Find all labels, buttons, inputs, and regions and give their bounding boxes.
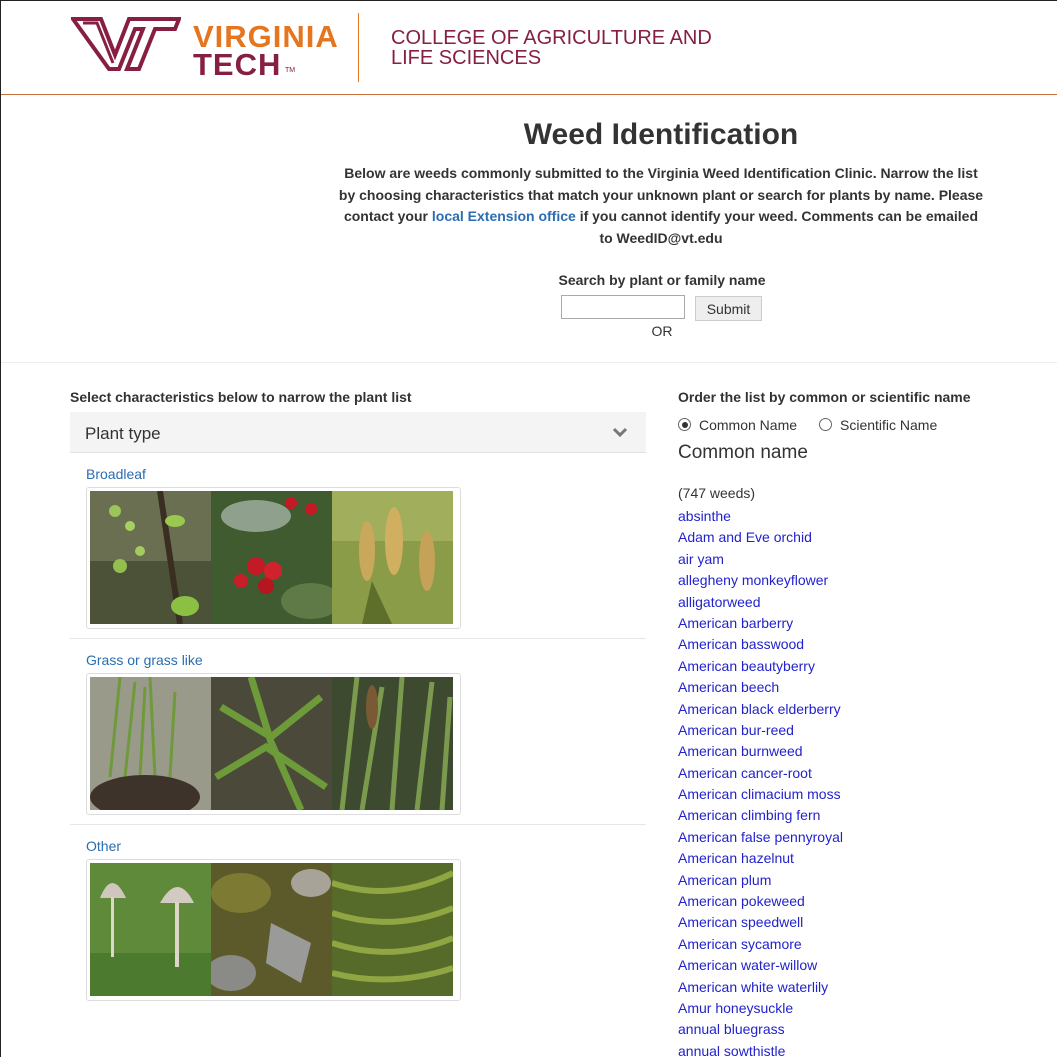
other-photo-3 <box>332 863 453 996</box>
weed-link[interactable]: American burnweed <box>678 743 803 759</box>
college-name-line1: COLLEGE OF AGRICULTURE AND <box>391 27 712 49</box>
grass-photo-1 <box>90 677 211 810</box>
weed-link[interactable]: American basswood <box>678 636 804 652</box>
list-heading: Common name <box>678 442 808 463</box>
logo-trademark: TM <box>285 67 296 74</box>
weed-link[interactable]: alligatorweed <box>678 594 761 610</box>
weed-link[interactable]: American beech <box>678 679 779 695</box>
extension-office-link[interactable]: local Extension office <box>432 208 576 224</box>
logo-word-tech: TECH <box>193 47 282 82</box>
weed-link[interactable]: American pokeweed <box>678 893 805 909</box>
broadleaf-photo-1 <box>90 491 211 624</box>
weed-link[interactable]: American speedwell <box>678 914 803 930</box>
category-broadleaf-link[interactable]: Broadleaf <box>86 466 146 482</box>
category-grass-link[interactable]: Grass or grass like <box>86 652 203 668</box>
weed-link[interactable]: Amur honeysuckle <box>678 1000 793 1016</box>
search-label: Search by plant or family name <box>558 272 766 288</box>
weed-link[interactable]: American climbing fern <box>678 807 820 823</box>
category-other-images[interactable] <box>86 859 461 1001</box>
weed-link[interactable]: American water-willow <box>678 957 817 973</box>
filters-heading: Select characteristics below to narrow t… <box>70 389 412 405</box>
weed-link[interactable]: American bur-reed <box>678 722 794 738</box>
search-input[interactable] <box>561 295 685 319</box>
category-other-link[interactable]: Other <box>86 838 121 854</box>
category-divider <box>70 824 646 825</box>
page-frame: VIRGINIA TECH TM COLLEGE OF AGRICULTURE … <box>0 0 1057 1057</box>
college-name-line2: LIFE SCIENCES <box>391 47 542 69</box>
weed-link[interactable]: American white waterlily <box>678 979 828 995</box>
scientific-name-label[interactable]: Scientific Name <box>840 417 937 433</box>
category-divider <box>70 638 646 639</box>
category-broadleaf-images[interactable] <box>86 487 461 629</box>
weed-link[interactable]: Adam and Eve orchid <box>678 529 812 545</box>
weed-link[interactable]: absinthe <box>678 508 731 524</box>
common-name-radio[interactable] <box>678 418 691 431</box>
college-name[interactable]: COLLEGE OF AGRICULTURE AND LIFE SCIENCES <box>391 28 712 68</box>
chevron-down-icon <box>612 427 628 438</box>
grass-photo-2 <box>211 677 332 810</box>
broadleaf-photo-3 <box>332 491 453 624</box>
other-photo-2 <box>211 863 332 996</box>
weed-link[interactable]: annual sowthistle <box>678 1043 785 1057</box>
intro-text: Below are weeds commonly submitted to th… <box>336 163 986 249</box>
weed-link[interactable]: American sycamore <box>678 936 802 952</box>
submit-button[interactable]: Submit <box>695 296 762 321</box>
broadleaf-photo-2 <box>211 491 332 624</box>
page-title: Weed Identification <box>523 118 799 151</box>
weed-list: absinthe Adam and Eve orchid air yam all… <box>678 506 843 1057</box>
weed-link[interactable]: American climacium moss <box>678 786 841 802</box>
other-photo-1 <box>90 863 211 996</box>
weed-link[interactable]: American beautyberry <box>678 658 815 674</box>
weed-link[interactable]: annual bluegrass <box>678 1021 785 1037</box>
weed-link[interactable]: American cancer-root <box>678 765 812 781</box>
weed-link[interactable]: American plum <box>678 872 771 888</box>
weed-count: (747 weeds) <box>678 485 756 501</box>
intro-text-after: if you cannot identify your weed. Commen… <box>579 208 979 246</box>
weed-link[interactable]: allegheny monkeyflower <box>678 572 828 588</box>
weed-link[interactable]: American false pennyroyal <box>678 829 843 845</box>
accordion-label: Plant type <box>85 424 161 443</box>
weed-link[interactable]: American hazelnut <box>678 850 794 866</box>
weed-link[interactable]: American barberry <box>678 615 793 631</box>
section-divider <box>1 362 1057 363</box>
weed-link[interactable]: American black elderberry <box>678 701 841 717</box>
site-header: VIRGINIA TECH TM COLLEGE OF AGRICULTURE … <box>1 1 1057 95</box>
plant-type-accordion[interactable]: Plant type <box>70 412 646 453</box>
category-grass-images[interactable] <box>86 673 461 815</box>
or-separator: OR <box>651 323 673 339</box>
header-divider <box>358 13 359 82</box>
common-name-label[interactable]: Common Name <box>699 417 797 433</box>
weed-link[interactable]: air yam <box>678 551 724 567</box>
grass-photo-3 <box>332 677 453 810</box>
vt-logo-icon[interactable] <box>71 15 181 73</box>
scientific-name-radio[interactable] <box>819 418 832 431</box>
ordering-heading: Order the list by common or scientific n… <box>678 389 971 405</box>
